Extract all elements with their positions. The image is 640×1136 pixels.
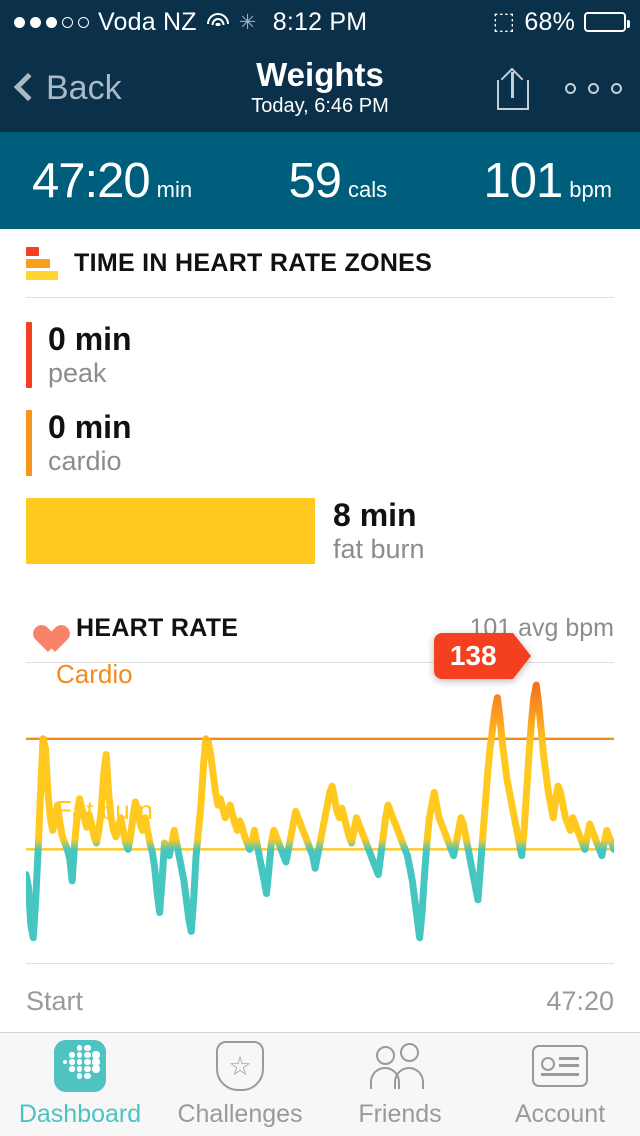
fitbit-logo-icon bbox=[54, 1040, 106, 1092]
back-button[interactable]: Back bbox=[13, 68, 122, 108]
nav-actions bbox=[495, 66, 622, 110]
share-icon[interactable] bbox=[495, 66, 531, 110]
bluetooth-icon: ⬚ bbox=[492, 8, 516, 35]
tab-account-label: Account bbox=[514, 1100, 606, 1128]
battery-icon bbox=[584, 12, 631, 32]
id-card-icon bbox=[532, 1040, 588, 1092]
peak-value-badge-label: 138 bbox=[433, 633, 513, 680]
tab-friends[interactable]: Friends bbox=[320, 1033, 480, 1136]
peak-value-badge-tip bbox=[512, 633, 531, 680]
zone-value-cardio: 0 min bbox=[48, 409, 132, 446]
main-content: TIME IN HEART RATE ZONES 0 min peak 0 mi… bbox=[0, 229, 640, 1018]
zone-label-cardio: cardio bbox=[48, 445, 122, 476]
chart-axis-end: 47:20 bbox=[546, 986, 614, 1017]
navigation-bar: Back Weights Today, 6:46 PM bbox=[0, 44, 640, 132]
zone-value-peak: 0 min bbox=[48, 321, 132, 357]
zone-bar-peak bbox=[26, 322, 32, 389]
heart-icon bbox=[26, 612, 60, 644]
carrier-label: Voda NZ bbox=[98, 7, 197, 36]
stat-heartrate-value: 101 bbox=[483, 153, 563, 208]
zone-value-fatburn: 8 min bbox=[333, 497, 417, 534]
status-bar-right: ⬚ 68% bbox=[367, 7, 631, 37]
chart-axis-labels: Start 47:20 bbox=[0, 964, 640, 1017]
heart-rate-chart-container: Cardio Fat burn 138 bbox=[0, 633, 640, 963]
more-options-icon[interactable] bbox=[565, 82, 622, 94]
shield-star-icon: ☆ bbox=[216, 1040, 264, 1092]
status-bar-left: Voda NZ ✳ bbox=[14, 8, 273, 37]
chart-zone-label-fatburn: Fat burn bbox=[56, 795, 153, 826]
chart-zone-label-cardio: Cardio bbox=[56, 659, 133, 690]
tab-account[interactable]: Account bbox=[480, 1033, 640, 1136]
stat-duration-value: 47:20 bbox=[32, 153, 151, 208]
zones-section-header: TIME IN HEART RATE ZONES bbox=[0, 229, 640, 297]
tab-challenges[interactable]: ☆ Challenges bbox=[160, 1033, 320, 1136]
bottom-tab-bar: Dashboard ☆ Challenges Friends Account bbox=[0, 1032, 640, 1136]
heart-rate-section-title: HEART RATE bbox=[76, 613, 239, 642]
chart-axis-start: Start bbox=[26, 986, 84, 1017]
stat-duration-unit: min bbox=[156, 176, 193, 202]
zone-row-peak[interactable]: 0 min peak bbox=[26, 321, 614, 389]
stat-calories-unit: cals bbox=[347, 176, 388, 202]
status-bar-clock: 8:12 PM bbox=[272, 7, 368, 36]
stat-calories: 59 cals bbox=[288, 153, 387, 209]
back-button-label: Back bbox=[46, 68, 122, 107]
snowflake-icon: ✳ bbox=[238, 10, 257, 34]
stat-heartrate-unit: bpm bbox=[569, 176, 612, 202]
signal-strength-icon bbox=[14, 16, 89, 28]
battery-percent-label: 68% bbox=[524, 7, 576, 36]
stat-heartrate: 101 bpm bbox=[483, 153, 640, 209]
stat-calories-value: 59 bbox=[288, 153, 342, 208]
zones-section-title: TIME IN HEART RATE ZONES bbox=[74, 248, 433, 277]
tab-friends-label: Friends bbox=[358, 1100, 442, 1128]
peak-value-badge: 138 bbox=[433, 633, 531, 680]
tab-challenges-label: Challenges bbox=[177, 1100, 303, 1128]
zone-bar-fatburn bbox=[26, 498, 315, 565]
tab-dashboard-label: Dashboard bbox=[18, 1100, 142, 1128]
wifi-icon bbox=[206, 13, 230, 31]
people-icon bbox=[370, 1040, 430, 1092]
heart-rate-section-header: HEART RATE 101 avg bpm bbox=[0, 594, 640, 662]
zone-label-peak: peak bbox=[48, 357, 107, 388]
bar-chart-icon bbox=[26, 246, 58, 280]
chevron-left-icon bbox=[13, 72, 43, 102]
zone-row-cardio[interactable]: 0 min cardio bbox=[26, 409, 614, 477]
summary-stats-bar: 47:20 min 59 cals 101 bpm bbox=[0, 132, 640, 229]
stat-duration: 47:20 min bbox=[0, 153, 192, 209]
heart-rate-chart[interactable]: Cardio Fat burn 138 bbox=[26, 633, 614, 963]
tab-dashboard[interactable]: Dashboard bbox=[0, 1033, 160, 1136]
zone-label-fatburn: fat burn bbox=[333, 533, 425, 564]
zone-row-fatburn[interactable]: 8 min fat burn bbox=[26, 497, 614, 565]
zone-bar-cardio bbox=[26, 410, 32, 477]
status-bar: Voda NZ ✳ 8:12 PM ⬚ 68% bbox=[0, 0, 640, 44]
heart-rate-zone-list: 0 min peak 0 min cardio 8 min fat burn bbox=[0, 298, 640, 594]
